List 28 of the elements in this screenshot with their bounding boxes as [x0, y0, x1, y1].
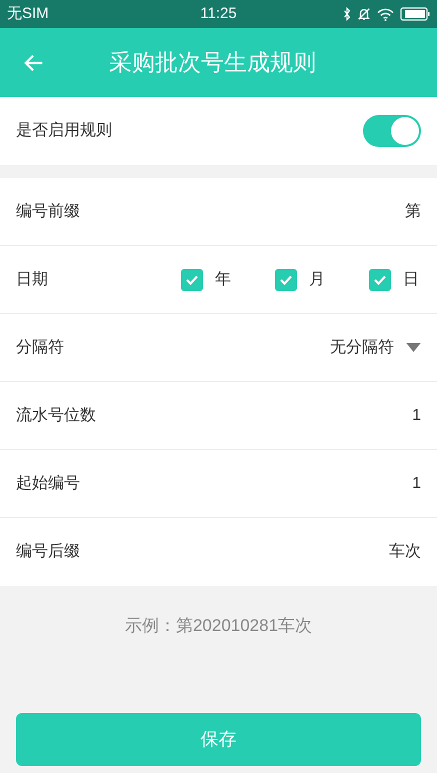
- separator-dropdown[interactable]: 无分隔符: [330, 336, 421, 360]
- checkbox-label[interactable]: 年: [215, 268, 233, 292]
- field-value[interactable]: 1: [412, 404, 421, 428]
- checkbox-box[interactable]: [275, 268, 297, 290]
- carrier-text: 无SIM: [7, 4, 49, 24]
- row-label: 起始编号: [16, 474, 80, 494]
- bluetooth-icon: [343, 7, 351, 21]
- field-value[interactable]: 1: [412, 472, 421, 496]
- example-text: 示例：第202010281车次: [124, 615, 312, 638]
- row-label: 分隔符: [16, 338, 64, 358]
- status-time: 11:25: [200, 4, 237, 24]
- dropdown-caret-icon: [406, 343, 421, 352]
- toggle-switch[interactable]: [363, 115, 421, 147]
- muted-bell-icon: [357, 7, 371, 21]
- row-label: 日期: [16, 270, 48, 290]
- field-value[interactable]: 第: [405, 200, 421, 224]
- row-label: 流水号位数: [16, 406, 96, 426]
- field-value[interactable]: 车次: [389, 540, 421, 564]
- row-label: 编号后缀: [16, 542, 80, 562]
- page-title: 采购批次号生成规则: [109, 48, 316, 78]
- battery-icon: [400, 7, 430, 21]
- row-label: 编号前缀: [16, 202, 80, 222]
- checkbox-label[interactable]: 日: [403, 268, 421, 292]
- checkbox-box[interactable]: [181, 268, 203, 290]
- wifi-icon: [377, 8, 394, 20]
- checkbox-box[interactable]: [369, 268, 391, 290]
- row-label: 是否启用规则: [16, 120, 112, 141]
- checkbox-label[interactable]: 月: [309, 268, 327, 292]
